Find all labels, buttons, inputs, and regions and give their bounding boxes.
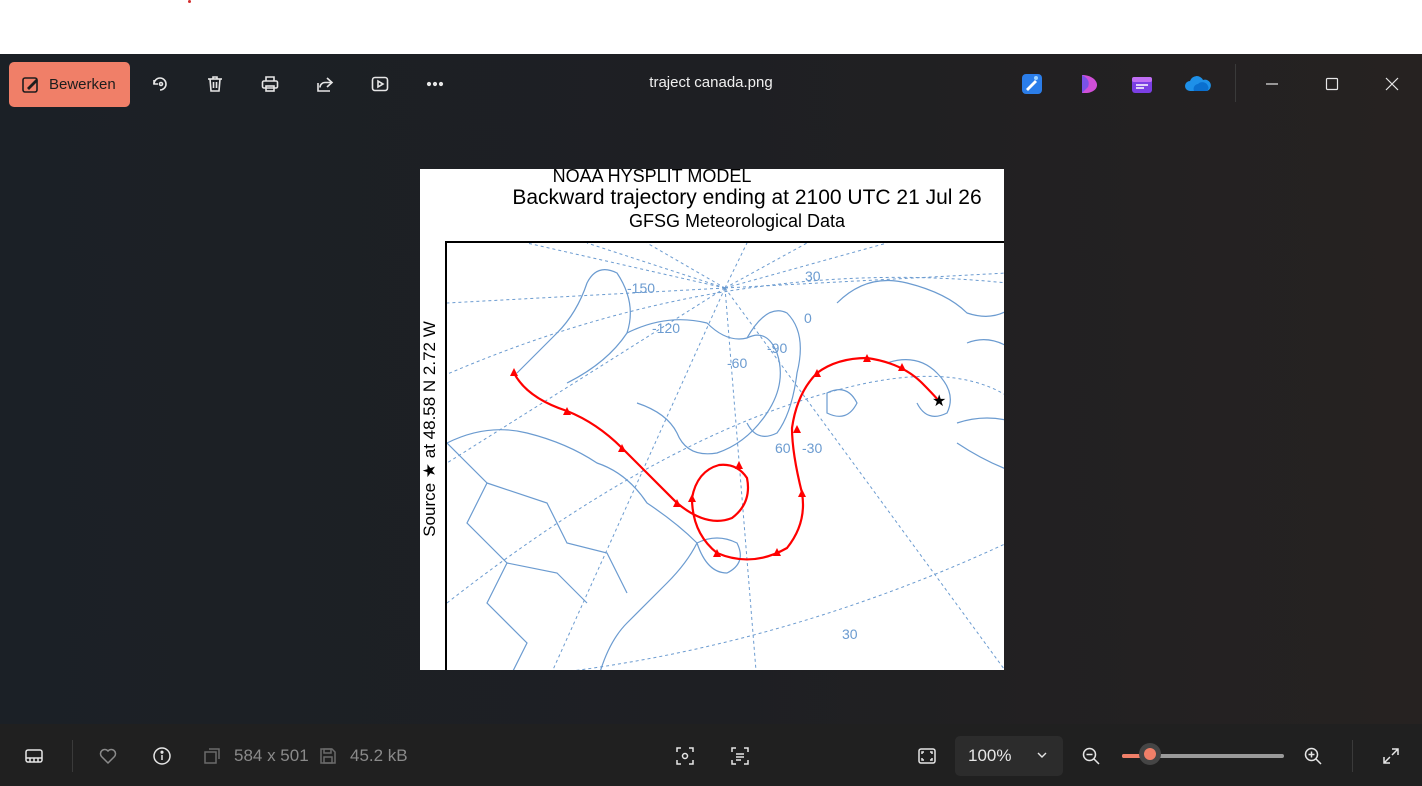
visual-search-icon [676,747,694,765]
text-scan-button[interactable] [728,744,752,768]
lat-label-30-top: 30 [805,268,821,284]
lon-label-30: -30 [802,440,822,456]
slideshow-button[interactable] [364,68,396,100]
source-star: ★ [932,393,946,410]
minimize-button[interactable] [1256,68,1288,100]
coastlines [447,269,1004,670]
minimize-icon [1266,83,1278,85]
more-icon [426,81,444,87]
lon-label-120: -120 [652,320,680,336]
info-button[interactable] [150,744,174,768]
zoom-in-icon [1304,747,1322,765]
lon-label-0: 0 [804,310,812,326]
visual-search-button[interactable] [673,744,697,768]
zoom-slider-thumb[interactable] [1138,743,1161,765]
bottombar-separator-right [1352,740,1353,772]
red-dot [188,0,191,3]
source-location-label: Source ★ at 48.58 N 2.72 W [420,321,439,537]
dimensions-icon [204,748,220,764]
lon-label-150: -150 [627,280,655,296]
zoom-dropdown[interactable]: 100% [955,736,1063,776]
favorite-button[interactable] [96,744,120,768]
clipchamp-icon[interactable] [1130,72,1154,96]
plot-title-model: NOAA HYSPLIT MODEL [552,169,752,186]
zoom-out-icon [1082,747,1100,765]
photos-window: Bewerken traject canada.png NOAA HYSPLIT… [0,54,1422,786]
rotate-icon [153,77,167,91]
share-button[interactable] [309,68,341,100]
zoom-in-button[interactable] [1301,744,1325,768]
bottom-bar: 584 x 501 45.2 kB 100% [0,724,1422,786]
fullscreen-button[interactable] [1379,744,1403,768]
dimensions-icon-wrap [200,744,224,768]
text-scan-icon [731,747,749,765]
lat-label-30-bottom: 30 [842,626,858,642]
chevron-down-icon [1037,752,1047,758]
edit-button[interactable]: Bewerken [9,62,130,107]
delete-button[interactable] [199,68,231,100]
close-icon [1385,77,1399,91]
slideshow-icon [371,76,389,92]
displayed-image: NOAA HYSPLIT MODEL Backward trajectory e… [420,169,1004,670]
trajectory-path [513,356,940,561]
file-size: 45.2 kB [350,746,408,765]
info-icon [153,747,171,765]
print-button[interactable] [254,68,286,100]
more-button[interactable] [419,68,451,100]
lon-label-90: -90 [767,340,787,356]
bottombar-separator [72,740,73,772]
image-dimensions: 584 x 501 [234,746,309,765]
edit-image-icon [22,76,38,93]
graticule [447,243,1004,670]
fit-window-icon [918,748,936,764]
heart-icon [99,748,117,765]
plot-title-trajectory: Backward trajectory ending at 2100 UTC 2… [512,186,982,209]
maximize-icon [1325,77,1339,91]
filmstrip-button[interactable] [22,744,46,768]
maximize-button[interactable] [1316,68,1348,100]
expand-icon [1383,748,1399,764]
map-frame: -150 -120 -90 -60 -30 0 30 60 30 ★ [445,241,1004,670]
graticule-labels: -150 -120 -90 -60 -30 0 30 60 30 [627,268,858,642]
delete-icon [208,76,222,92]
trajectory-markers [510,354,906,557]
desktop-strip [0,0,1422,54]
filmstrip-icon [25,749,43,763]
onedrive-icon[interactable] [1184,72,1212,96]
zoom-out-button[interactable] [1079,744,1103,768]
lat-label-60: 60 [775,440,791,456]
filesize-icon-wrap [316,744,340,768]
clipchamp-pink-icon[interactable] [1077,72,1101,96]
zoom-value: 100% [968,746,1012,765]
save-disk-icon [320,748,336,764]
toolbar: Bewerken traject canada.png [0,54,1422,114]
trajectory-map: -150 -120 -90 -60 -30 0 30 60 30 ★ [447,243,1004,670]
rotate-button[interactable] [144,68,176,100]
print-icon [261,76,279,92]
window-title: traject canada.png [649,74,773,91]
share-icon [317,77,334,92]
edit-button-label: Bewerken [49,76,116,93]
designer-icon[interactable] [1020,72,1044,96]
fit-to-window-button[interactable] [915,744,939,768]
toolbar-separator [1235,64,1236,102]
lon-label-60: -60 [727,355,747,371]
plot-title-met-data: GFSG Meteorological Data [628,211,846,231]
close-button[interactable] [1376,68,1408,100]
